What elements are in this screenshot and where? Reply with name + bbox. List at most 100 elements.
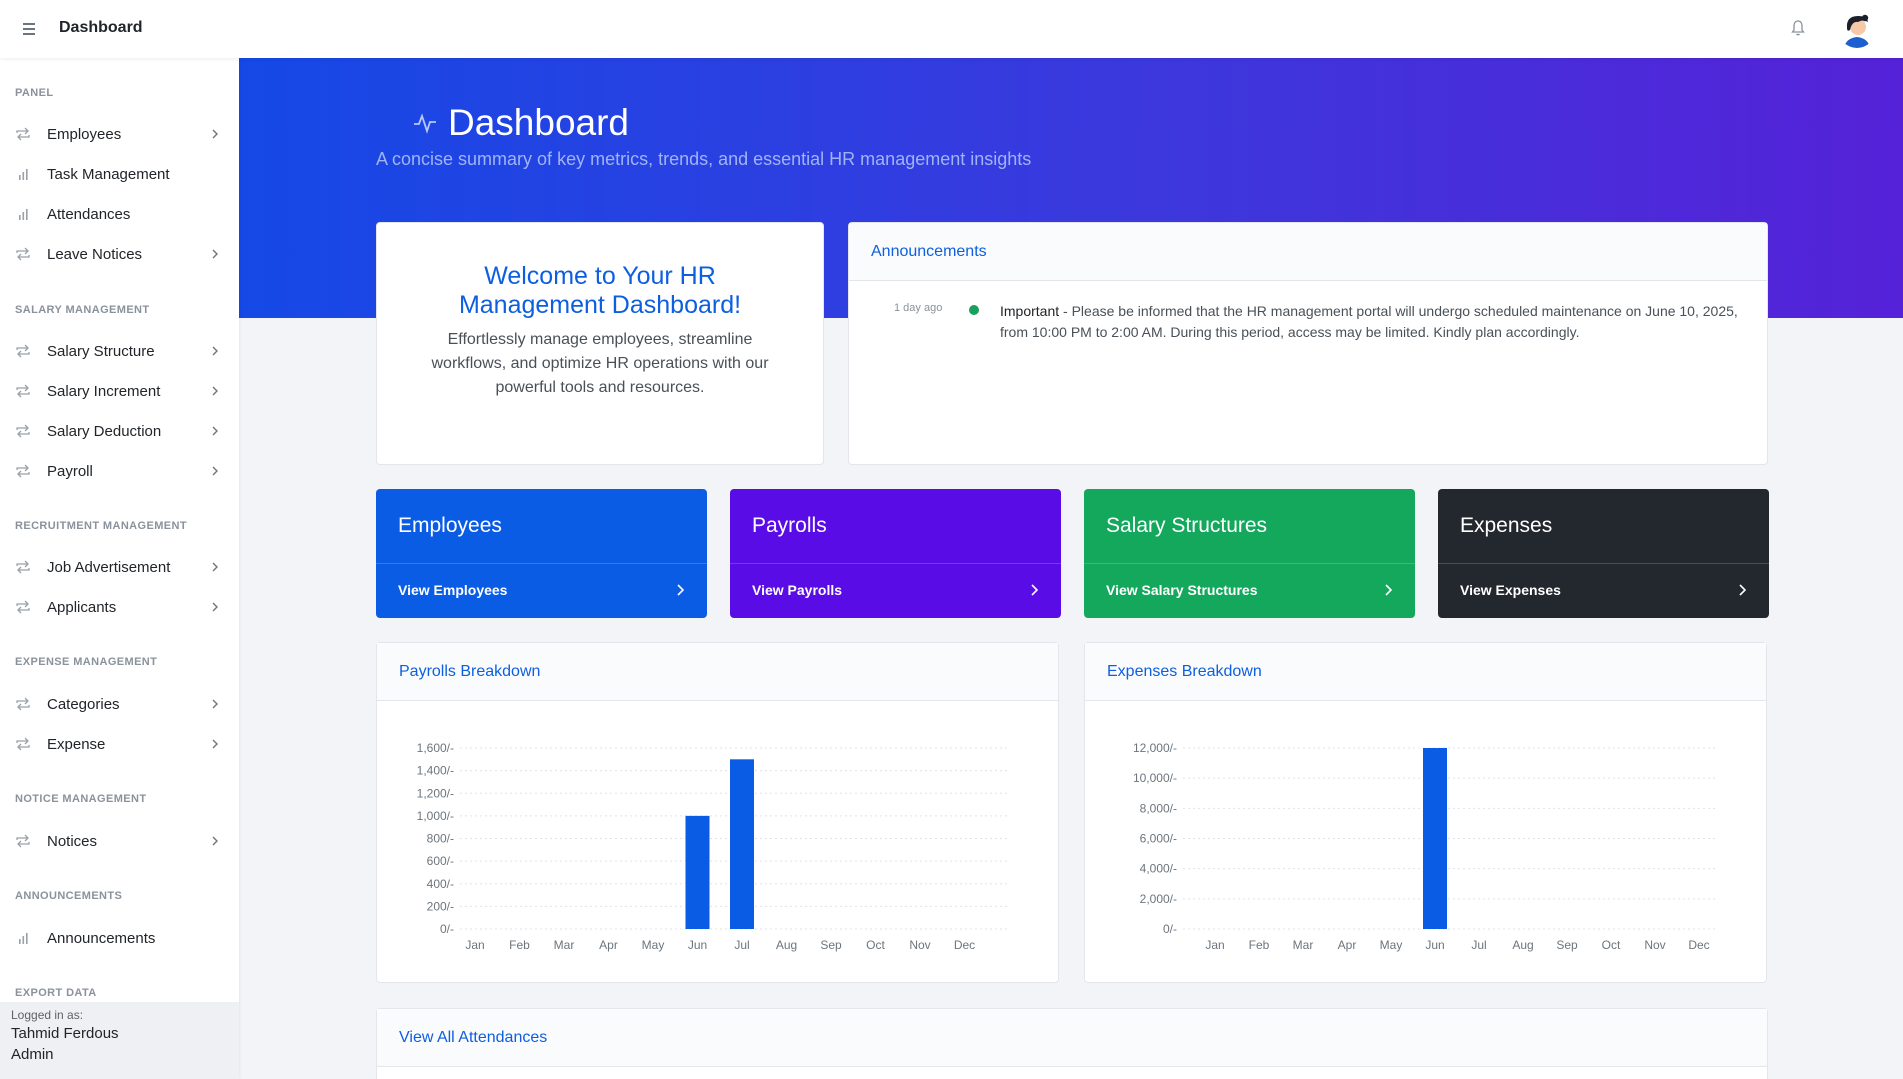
y-tick-label: 800/- — [427, 832, 454, 846]
repeat-icon — [16, 127, 30, 141]
tile-footer[interactable]: View Salary Structures — [1084, 563, 1415, 618]
y-tick-label: 600/- — [427, 854, 454, 868]
x-tick-label: Feb — [1249, 938, 1270, 952]
stat-tile-employees[interactable]: Employees View Employees — [376, 489, 707, 618]
x-tick-label: Sep — [820, 938, 842, 952]
tile-link[interactable]: View Expenses — [1460, 582, 1561, 598]
sidebar-section-heading: ANNOUNCEMENTS — [15, 890, 123, 902]
repeat-icon — [16, 424, 30, 438]
x-tick-label: Sep — [1556, 938, 1578, 952]
sidebar-item-label: Categories — [47, 696, 120, 713]
tile-link[interactable]: View Salary Structures — [1106, 582, 1257, 598]
y-tick-label: 1,000/- — [417, 809, 454, 823]
bar-jun[interactable] — [685, 815, 710, 929]
chevron-right-icon — [212, 602, 218, 612]
sidebar-item-label: Expense — [47, 736, 106, 753]
bar-chart-icon — [19, 169, 28, 180]
sidebar-item-salary-structure[interactable]: Salary Structure — [0, 334, 239, 368]
sidebar-section-heading: RECRUITMENT MANAGEMENT — [15, 520, 187, 532]
y-tick-label: 0/- — [440, 922, 454, 936]
sidebar-item-label: Announcements — [47, 930, 156, 947]
logged-in-label: Logged in as: — [11, 1008, 84, 1022]
stat-tile-payrolls[interactable]: Payrolls View Payrolls — [730, 489, 1061, 618]
chevron-right-icon — [677, 584, 685, 596]
y-tick-label: 10,000/- — [1133, 771, 1177, 785]
sidebar-item-categories[interactable]: Categories — [0, 687, 239, 721]
payrolls-breakdown-title: Payrolls Breakdown — [377, 643, 1058, 701]
chevron-right-icon — [1031, 584, 1039, 596]
tile-title: Employees — [398, 514, 502, 537]
sidebar-item-payroll[interactable]: Payroll — [0, 454, 239, 488]
repeat-icon — [16, 247, 30, 261]
x-tick-label: Apr — [1338, 938, 1357, 952]
sidebar-item-leave-notices[interactable]: Leave Notices — [0, 237, 239, 271]
tile-title: Expenses — [1460, 514, 1553, 537]
chevron-right-icon — [212, 739, 218, 749]
y-tick-label: 1,600/- — [417, 741, 454, 755]
sidebar-item-task-management[interactable]: Task Management — [0, 157, 239, 191]
chevron-right-icon — [212, 129, 218, 139]
chevron-right-icon — [212, 426, 218, 436]
sidebar-item-attendances[interactable]: Attendances — [0, 197, 239, 231]
page-title: Dashboard — [412, 102, 629, 144]
top-bar: Dashboard — [0, 0, 1903, 58]
x-tick-label: Jun — [688, 938, 707, 952]
stat-tile-expenses[interactable]: Expenses View Expenses — [1438, 489, 1769, 618]
sidebar-item-applicants[interactable]: Applicants — [0, 590, 239, 624]
sidebar-section-heading: EXPORT DATA — [15, 987, 97, 999]
stat-tile-salary-structures[interactable]: Salary Structures View Salary Structures — [1084, 489, 1415, 618]
sidebar-item-label: Notices — [47, 833, 98, 850]
sidebar-item-label: Salary Deduction — [47, 423, 162, 440]
x-tick-label: Jan — [465, 938, 484, 952]
y-tick-label: 2,000/- — [1140, 892, 1177, 906]
repeat-icon — [16, 560, 30, 574]
bell-icon[interactable] — [1790, 19, 1806, 37]
y-tick-label: 400/- — [427, 877, 454, 891]
chevron-right-icon — [1385, 584, 1393, 596]
tile-footer[interactable]: View Expenses — [1438, 563, 1769, 618]
avatar[interactable] — [1838, 10, 1876, 48]
sidebar-item-notices[interactable]: Notices — [0, 824, 239, 858]
x-tick-label: Aug — [776, 938, 797, 952]
bar-jun[interactable] — [1423, 748, 1447, 929]
hamburger-icon[interactable] — [20, 20, 38, 38]
tile-title: Payrolls — [752, 514, 827, 537]
sidebar-item-salary-increment[interactable]: Salary Increment — [0, 374, 239, 408]
sidebar-item-label: Salary Structure — [47, 343, 155, 360]
sidebar-section-heading: SALARY MANAGEMENT — [15, 304, 150, 316]
repeat-icon — [16, 384, 30, 398]
tile-link[interactable]: View Payrolls — [752, 582, 842, 598]
chevron-right-icon — [212, 836, 218, 846]
sidebar-item-expense[interactable]: Expense — [0, 727, 239, 761]
sidebar-item-announcements[interactable]: Announcements — [0, 921, 239, 955]
welcome-text: Effortlessly manage employees, streamlin… — [431, 331, 769, 396]
tile-title: Salary Structures — [1106, 514, 1268, 537]
sidebar-item-job-advertisement[interactable]: Job Advertisement — [0, 550, 239, 584]
tile-footer[interactable]: View Employees — [376, 563, 707, 618]
x-tick-label: Oct — [1602, 938, 1621, 952]
sidebar-item-salary-deduction[interactable]: Salary Deduction — [0, 414, 239, 448]
sidebar-item-label: Task Management — [47, 166, 170, 183]
x-tick-label: May — [1380, 938, 1403, 952]
bar-jul[interactable] — [730, 759, 754, 929]
sidebar-item-employees[interactable]: Employees — [0, 117, 239, 151]
tile-link[interactable]: View Employees — [398, 582, 507, 598]
x-tick-label: Feb — [509, 938, 530, 952]
sidebar-item-label: Attendances — [47, 206, 131, 223]
chevron-right-icon — [212, 699, 218, 709]
sidebar-item-label: Applicants — [47, 599, 117, 616]
welcome-title: Welcome to Your HR Management Dashboard! — [458, 262, 742, 319]
sidebar-section-heading: EXPENSE MANAGEMENT — [15, 656, 158, 668]
y-tick-label: 4,000/- — [1140, 862, 1177, 876]
x-tick-label: Mar — [1293, 938, 1314, 952]
sidebar-item-label: Salary Increment — [47, 383, 161, 400]
tile-footer[interactable]: View Payrolls — [730, 563, 1061, 618]
x-tick-label: Dec — [954, 938, 975, 952]
view-all-attendances-link[interactable]: View All Attendances — [377, 1009, 1767, 1067]
expenses-chart: 0/- 2,000/- 4,000/- 6,000/- 8,000/- 10,000/- 1… — [1133, 741, 1717, 952]
y-tick-label: 200/- — [427, 899, 454, 913]
user-role: Admin — [11, 1046, 54, 1063]
attendances-card: View All Attendances — [376, 1008, 1768, 1079]
sidebar-item-label: Leave Notices — [47, 246, 143, 263]
page-title-text: Dashboard — [448, 102, 630, 143]
